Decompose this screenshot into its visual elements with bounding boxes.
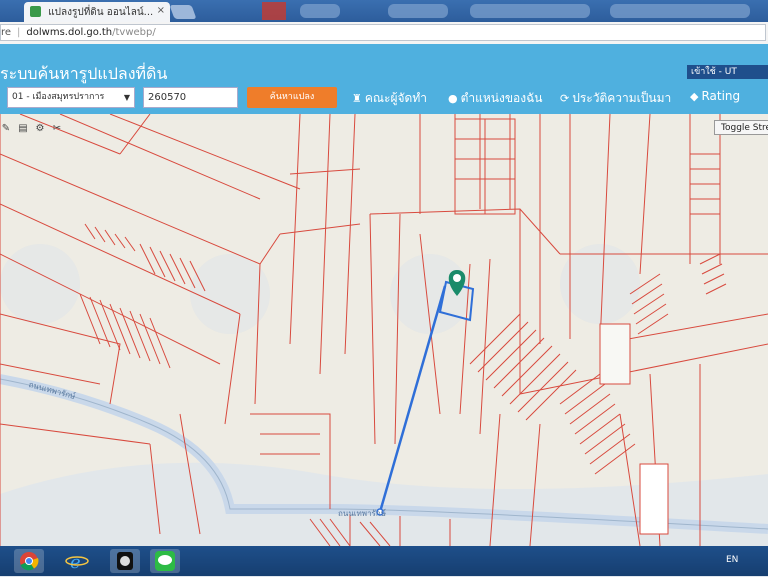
map-draw-toolbar: ✎ ▤ ⚙ ✂ — [0, 116, 68, 134]
road-label: ถนนเทพารักษ์ — [338, 509, 386, 518]
user-login-badge[interactable]: เข้าใช้ - UT — [687, 65, 768, 79]
app-header: ระบบค้นหารูปแปลงที่ดิน เข้าใช้ - UT 01 -… — [0, 44, 768, 114]
ie-icon: e — [65, 552, 89, 573]
nav-history[interactable]: ⟳ ประวัติความเป็นมา — [560, 89, 671, 108]
layers-icon[interactable]: ▤ — [17, 123, 29, 135]
taskbar-app-button[interactable] — [110, 549, 140, 573]
search-parcel-button[interactable]: ค้นหาแปลง — [247, 87, 337, 108]
nav-rating[interactable]: ◆ Rating — [690, 89, 740, 103]
user-login-label: เข้าใช้ - UT — [691, 67, 737, 77]
line-icon — [155, 551, 175, 571]
url-host: dolwms.dol.go.th — [26, 27, 113, 38]
browser-tab-strip: แปลงรูปที่ดิน ออนไลน์... × — [0, 0, 768, 22]
tray-language[interactable]: EN — [726, 555, 738, 565]
parcel-map[interactable]: ✎▤⚙✂ Toggle Street ถนนเทพารักษ์ ถนนเทพาร… — [0, 114, 768, 546]
browser-tab[interactable]: แปลงรูปที่ดิน ออนไลน์... × — [24, 2, 170, 22]
province-select-value: 01 - เมืองสมุทรปราการ — [12, 92, 105, 102]
parcel-number-input[interactable]: 260570 — [143, 87, 238, 108]
url-field[interactable]: re | dolwms.dol.go.th/tvwebp/ — [0, 24, 766, 41]
svg-text:e: e — [70, 552, 81, 573]
windows-taskbar: e EN — [0, 546, 768, 576]
app-icon — [117, 552, 133, 570]
nav-credits-label: คณะผู้จัดทำ — [364, 91, 427, 105]
taskbar-ie-button[interactable]: e — [62, 549, 92, 573]
desktop-background-fragment — [300, 4, 340, 18]
nav-credits[interactable]: ♜ คณะผู้จัดทำ — [352, 89, 427, 108]
nav-my-location-label: ตำแหน่งของฉัน — [460, 91, 543, 105]
tag-icon: ◆ — [690, 90, 699, 103]
pencil-icon[interactable]: ✎ — [0, 123, 12, 135]
url-path: /tvwebp/ — [112, 27, 156, 38]
site-favicon-icon — [30, 6, 41, 17]
toggle-street-button[interactable]: Toggle Street — [714, 120, 768, 135]
gear-icon[interactable]: ⚙ — [34, 123, 46, 135]
trophy-icon: ♜ — [352, 92, 362, 105]
taskbar-line-button[interactable] — [150, 549, 180, 573]
person-icon: ● — [448, 92, 458, 105]
chrome-icon — [20, 552, 39, 571]
parcel-map-canvas[interactable] — [0, 114, 768, 546]
browser-address-bar: re | dolwms.dol.go.th/tvwebp/ — [0, 22, 768, 45]
nav-rating-label: Rating — [701, 89, 741, 103]
desktop-background-fragment — [262, 2, 286, 20]
nav-my-location[interactable]: ● ตำแหน่งของฉัน — [448, 89, 543, 108]
desktop-background-fragment — [388, 4, 448, 18]
app-title: ระบบค้นหารูปแปลงที่ดิน — [0, 64, 168, 83]
address-prefix: re — [1, 27, 12, 38]
desktop-background-fragment — [470, 4, 590, 18]
scissors-icon[interactable]: ✂ — [51, 123, 63, 135]
province-select[interactable]: 01 - เมืองสมุทรปราการ ▼ — [7, 87, 135, 108]
nav-history-label: ประวัติความเป็นมา — [572, 91, 672, 105]
new-tab-button[interactable] — [169, 5, 197, 19]
taskbar-chrome-button[interactable] — [14, 549, 44, 573]
desktop-background-fragment — [610, 4, 750, 18]
tab-close-icon[interactable]: × — [157, 5, 165, 16]
tab-title: แปลงรูปที่ดิน ออนไลน์... — [48, 7, 154, 18]
history-icon: ⟳ — [560, 92, 570, 105]
chevron-down-icon: ▼ — [123, 93, 130, 102]
